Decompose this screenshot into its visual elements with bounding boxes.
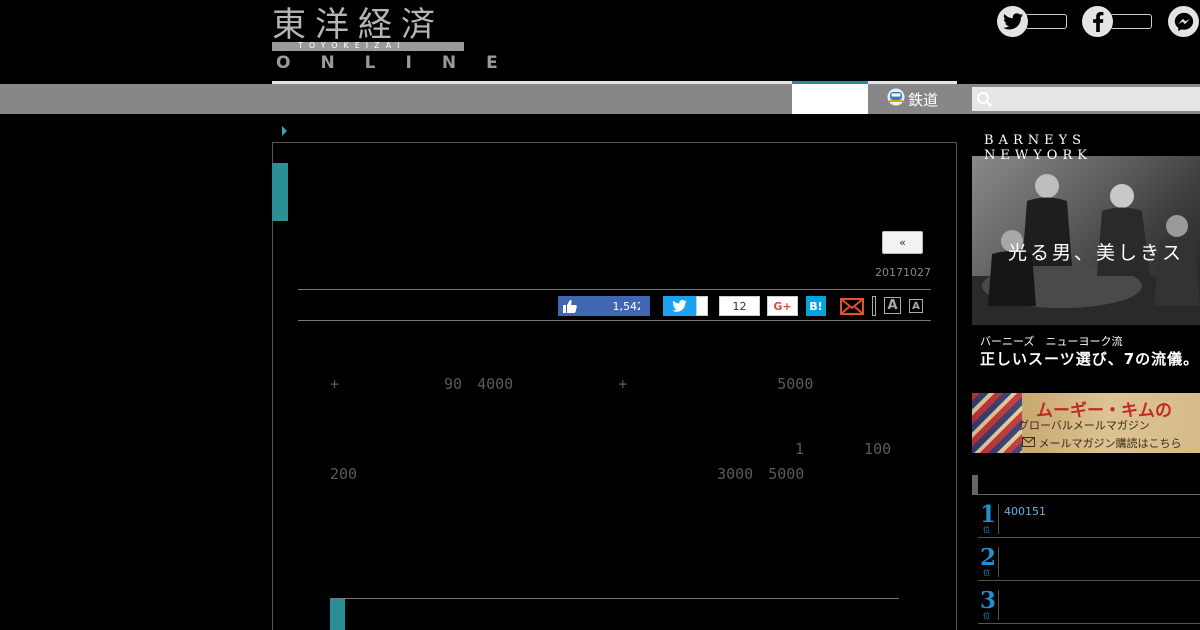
train-icon: [887, 88, 905, 110]
barneys-tagline: 光る男、美しきス: [1008, 242, 1185, 264]
tweet-count: [696, 296, 708, 316]
ranking-item[interactable]: 3 位: [978, 587, 1200, 624]
facebook-share-button[interactable]: [640, 296, 649, 316]
article-title-accent: [272, 163, 288, 221]
font-size-small-button[interactable]: A: [909, 299, 923, 313]
kim-ad-cta-label: メールマガジン購読はこちら: [1038, 437, 1182, 450]
barneys-subtitle: バーニーズ ニューヨーク流: [980, 335, 1123, 348]
tab-railway[interactable]: 鉄道: [868, 84, 957, 114]
search-icon[interactable]: [976, 91, 994, 109]
rank-separator: [998, 590, 999, 620]
rank-unit: 位: [983, 526, 990, 534]
messenger-share[interactable]: [1168, 6, 1199, 37]
search-input[interactable]: [972, 87, 1200, 111]
kim-ad-subtitle: グローバルメールマガジン: [1018, 419, 1150, 432]
facebook-like-button[interactable]: 1,542: [558, 296, 650, 316]
rank-separator: [998, 504, 999, 534]
ranking-header-accent: [972, 475, 978, 495]
google-plus-button[interactable]: G+: [767, 296, 798, 316]
thumbs-up-icon: [563, 299, 577, 313]
hatena-bookmark-button[interactable]: B!: [806, 296, 826, 316]
ranking-header: [972, 475, 1200, 495]
twitter-icon: [672, 300, 687, 312]
tab-current[interactable]: [792, 81, 868, 114]
article-date: 20171027: [875, 266, 931, 279]
subhead-accent: [330, 599, 345, 630]
font-size-large-button[interactable]: A: [884, 297, 901, 314]
rank-unit: 位: [983, 569, 990, 577]
messenger-icon: [1168, 6, 1199, 37]
ranking-item[interactable]: 2 位: [978, 544, 1200, 581]
facebook-icon: [1082, 6, 1113, 37]
rank-separator: [998, 547, 999, 577]
tab-railway-label: 鉄道: [907, 90, 938, 109]
barneys-ad-banner[interactable]: BARNEYS NEWYORK 光る男、美しきス バーニーズ ニューヨーク流 正…: [972, 131, 1200, 375]
barneys-logo-line2: NEWYORK: [984, 148, 1092, 163]
back-button[interactable]: «: [882, 231, 923, 254]
ranking-item[interactable]: 1 位 400151: [978, 501, 1200, 538]
barneys-headline: 正しいスーツ選び、7の流儀。: [980, 350, 1200, 368]
article-subheading: [355, 604, 695, 629]
hatena-count: 12: [719, 296, 760, 316]
rank-title: 400151: [1004, 505, 1046, 518]
logo-band-text: TOYOKEIZAI: [298, 41, 406, 50]
facebook-follow-count: [1110, 14, 1152, 29]
twitter-icon: [997, 6, 1028, 37]
logo-kanji: 東洋経済: [272, 5, 444, 45]
subhead-rule: [330, 598, 899, 599]
barneys-logo: BARNEYS NEWYORK: [984, 133, 1092, 163]
share-divider: [872, 296, 876, 316]
mail-icon: [1022, 437, 1039, 450]
article-paragraph: + 90 4000 + 5000: [330, 350, 1114, 393]
share-bar: 1,542 12 G+ B! A A: [298, 289, 931, 321]
mail-icon[interactable]: [839, 296, 865, 316]
article-paragraph: [330, 504, 896, 529]
site-logo[interactable]: 東洋経済 TOYOKEIZAI ONLINE: [272, 5, 498, 72]
article-paragraph: 1 100 200 3000 5000: [330, 440, 1165, 483]
facebook-follow[interactable]: [1082, 6, 1152, 37]
tweet-button[interactable]: [663, 296, 696, 316]
rank-unit: 位: [983, 612, 990, 620]
kim-ad-decoration: [972, 393, 1022, 453]
twitter-follow-count: [1025, 14, 1067, 29]
kim-newsletter-ad[interactable]: ムーギー・キムの グローバルメールマガジン メールマガジン購読はこちら: [972, 393, 1200, 453]
twitter-follow[interactable]: [997, 6, 1067, 37]
logo-online: ONLINE: [276, 53, 528, 73]
barneys-logo-line1: BARNEYS: [984, 133, 1087, 148]
breadcrumb-arrow-icon[interactable]: [282, 126, 287, 136]
logo-band: TOYOKEIZAI: [272, 41, 464, 51]
kim-ad-cta: メールマガジン購読はこちら: [1022, 435, 1182, 451]
